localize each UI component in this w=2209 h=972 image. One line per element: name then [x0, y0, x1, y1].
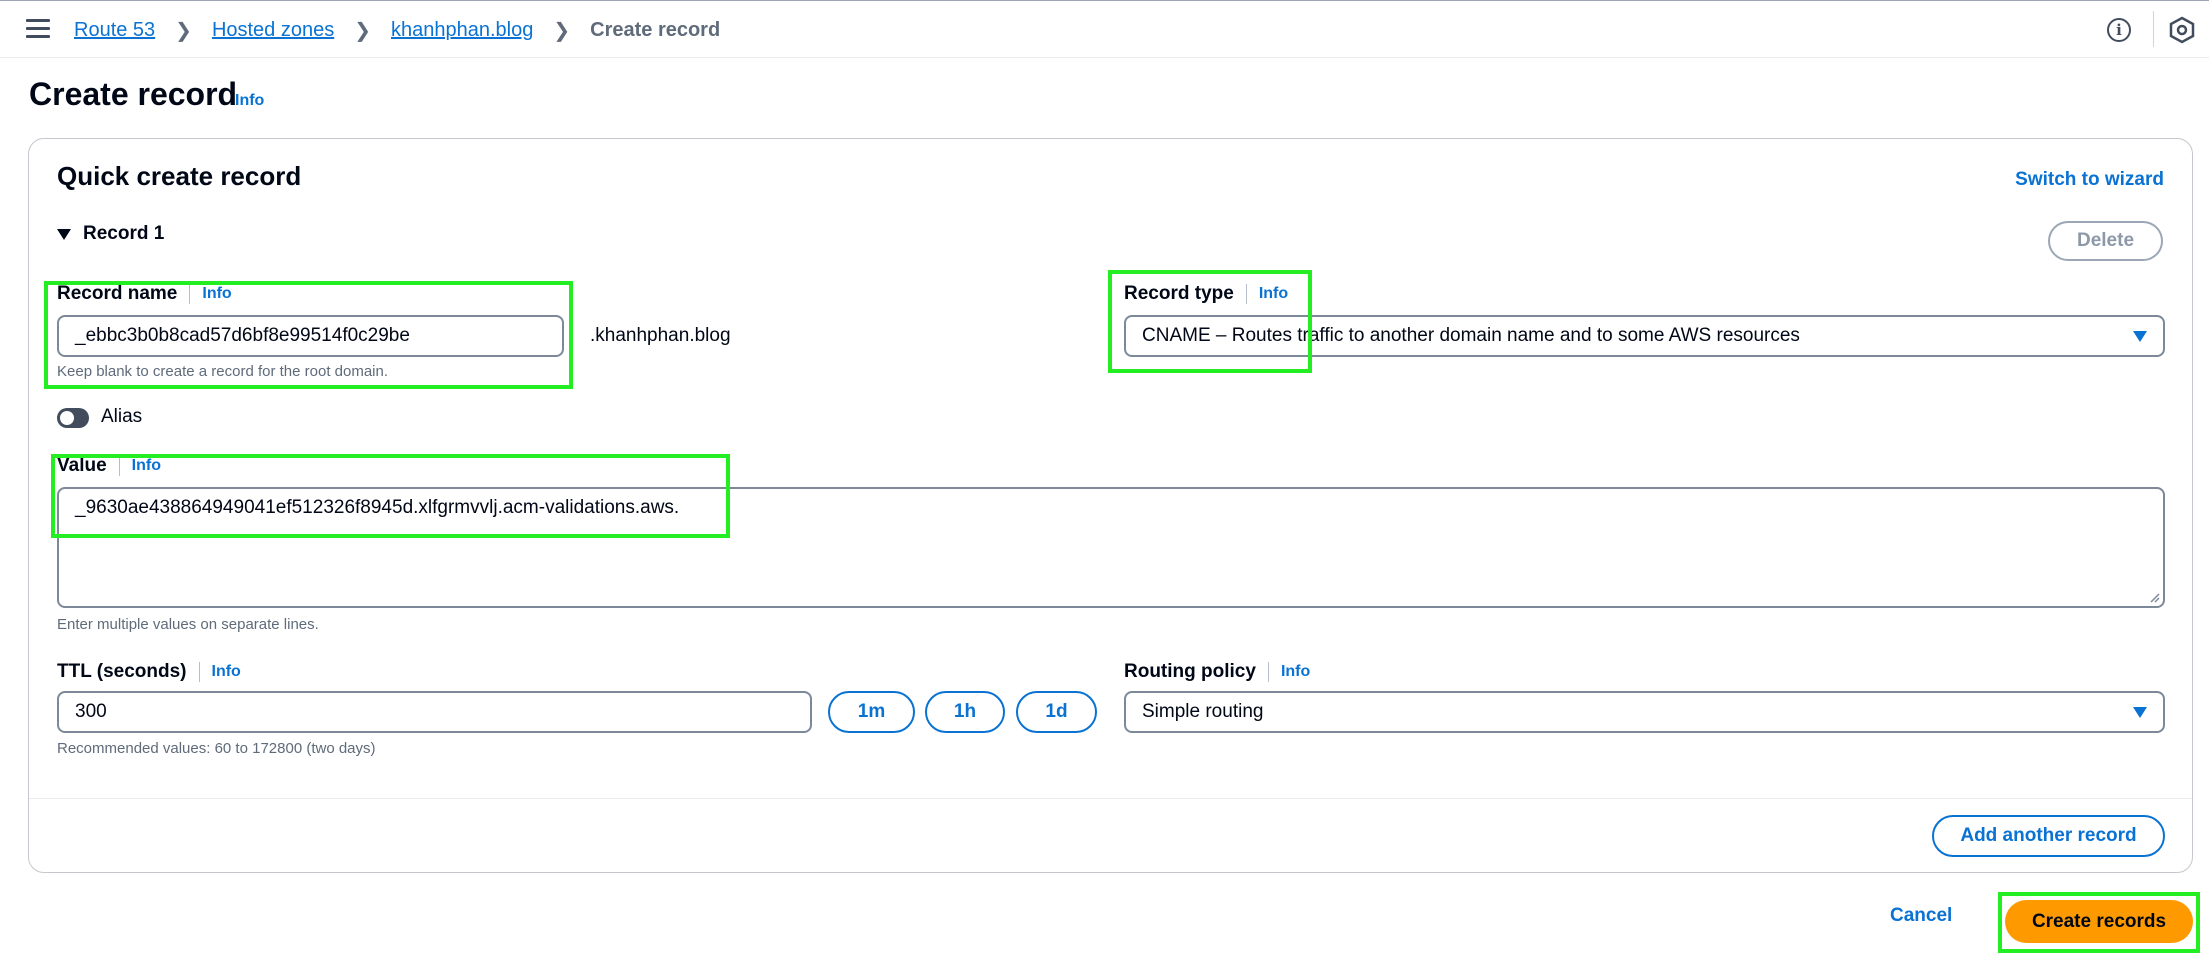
ttl-info-link[interactable]: Info — [212, 663, 241, 681]
chevron-right-icon: ❯ — [553, 20, 571, 42]
ttl-1h-button[interactable]: 1h — [925, 691, 1005, 733]
value-label-row: Value Info — [57, 455, 161, 477]
breadcrumb-current: Create record — [590, 19, 721, 41]
ttl-hint: Recommended values: 60 to 172800 (two da… — [57, 740, 376, 757]
record-name-input[interactable]: _ebbc3b0b8cad57d6bf8e99514f0c29be — [57, 315, 564, 357]
domain-suffix: .khanhphan.blog — [590, 325, 731, 346]
record-type-select[interactable]: CNAME – Routes traffic to another domain… — [1124, 315, 2165, 357]
create-records-button[interactable]: Create records — [2005, 900, 2193, 943]
record-name-hint: Keep blank to create a record for the ro… — [57, 363, 389, 380]
add-another-record-button[interactable]: Add another record — [1932, 815, 2165, 857]
value-hint: Enter multiple values on separate lines. — [57, 616, 319, 633]
top-navigation-bar: Route 53 ❯ Hosted zones ❯ khanhphan.blog… — [0, 0, 2209, 58]
ttl-1d-button[interactable]: 1d — [1016, 691, 1097, 733]
breadcrumb-hosted-zone[interactable]: khanhphan.blog — [391, 19, 533, 42]
routing-policy-info-link[interactable]: Info — [1281, 663, 1310, 681]
menu-icon[interactable] — [26, 19, 50, 39]
record-name-label: Record name — [57, 283, 178, 304]
alias-label: Alias — [101, 406, 143, 427]
cancel-button[interactable]: Cancel — [1890, 905, 1952, 927]
breadcrumb-hosted-zones[interactable]: Hosted zones — [212, 19, 334, 42]
record-type-label-row: Record type Info — [1124, 283, 1288, 305]
breadcrumb-route53[interactable]: Route 53 — [74, 19, 155, 42]
quick-create-container: Quick create record Switch to wizard Rec… — [28, 138, 2193, 873]
ttl-label-row: TTL (seconds) Info — [57, 661, 241, 683]
record-1-label: Record 1 — [83, 223, 165, 244]
record-name-label-row: Record name Info — [57, 283, 232, 305]
label-separator — [1267, 662, 1269, 682]
switch-to-wizard-link[interactable]: Switch to wizard — [2015, 169, 2164, 191]
label-separator — [118, 456, 120, 476]
chevron-right-icon: ❯ — [175, 20, 192, 42]
caret-down-icon — [2133, 331, 2147, 342]
info-circle-icon[interactable]: i — [2107, 18, 2131, 42]
ttl-label: TTL (seconds) — [57, 661, 187, 682]
routing-policy-label-row: Routing policy Info — [1124, 661, 1310, 683]
routing-policy-label: Routing policy — [1124, 661, 1256, 682]
caret-down-icon — [2133, 707, 2147, 718]
page-info-link[interactable]: Info — [235, 92, 264, 110]
ttl-input[interactable]: 300 — [57, 691, 812, 733]
record-type-value: CNAME – Routes traffic to another domain… — [1142, 325, 1800, 346]
label-separator — [198, 662, 200, 682]
alias-toggle[interactable] — [57, 408, 89, 428]
routing-policy-select[interactable]: Simple routing — [1124, 691, 2165, 733]
value-label: Value — [57, 455, 107, 476]
value-info-link[interactable]: Info — [132, 457, 161, 475]
value-text: _9630ae438864949041ef512326f8945d.xlfgrm… — [75, 497, 680, 518]
section-divider — [29, 798, 2192, 799]
cloudshell-hexagon-icon[interactable] — [2168, 16, 2196, 44]
ttl-1m-button[interactable]: 1m — [828, 691, 915, 733]
record-type-label: Record type — [1124, 283, 1234, 304]
page-title: Create record — [29, 76, 238, 112]
breadcrumb: Route 53 ❯ Hosted zones ❯ khanhphan.blog… — [74, 18, 720, 43]
routing-policy-value: Simple routing — [1142, 701, 1264, 722]
divider — [2153, 11, 2154, 47]
record-1-expander[interactable]: Record 1 — [57, 223, 164, 245]
record-name-info-link[interactable]: Info — [202, 285, 231, 303]
delete-record-button[interactable]: Delete — [2048, 221, 2163, 261]
caret-down-icon — [57, 228, 71, 240]
record-type-info-link[interactable]: Info — [1259, 285, 1288, 303]
quick-create-title: Quick create record — [57, 161, 302, 191]
chevron-right-icon: ❯ — [354, 20, 371, 42]
label-separator — [1245, 284, 1247, 304]
value-textarea[interactable]: _9630ae438864949041ef512326f8945d.xlfgrm… — [57, 487, 2165, 608]
resize-grip-icon[interactable] — [2148, 591, 2160, 603]
label-separator — [189, 284, 191, 304]
